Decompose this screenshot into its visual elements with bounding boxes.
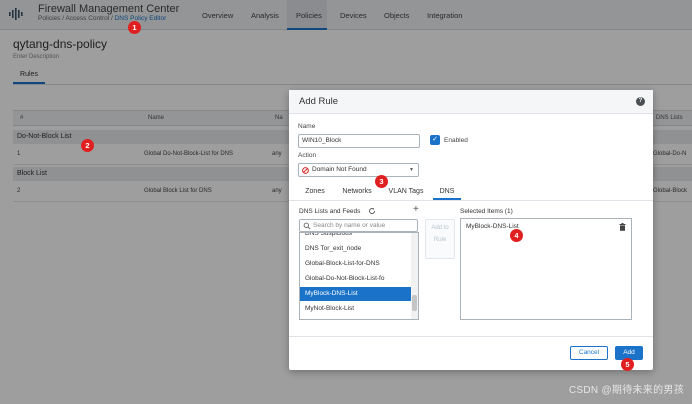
dialog-header: Add Rule ?: [289, 90, 653, 114]
action-value: Domain Not Found: [312, 166, 367, 173]
watermark: CSDN @期待未来的男孩: [568, 385, 684, 396]
list-item-selected[interactable]: MyBlock-DNS-List: [300, 287, 412, 301]
selected-items-list: MyBlock-DNS-List: [460, 218, 632, 320]
name-label: Name: [298, 123, 316, 130]
add-rule-dialog: Add Rule ? Name WIN10_Block ✓ Enabled Ac…: [289, 90, 653, 370]
selected-item[interactable]: MyBlock-DNS-List: [466, 223, 519, 230]
list-item[interactable]: Global-Block-List-for-DNS: [300, 257, 412, 271]
footer-divider: [289, 336, 653, 337]
selected-items-header: Selected Items (1): [460, 208, 513, 215]
enabled-label: Enabled: [444, 137, 468, 144]
dns-lists-header: DNS Lists and Feeds: [299, 208, 361, 215]
annotation-badge-3: 3: [375, 175, 388, 188]
list-item[interactable]: Global-Do-Not-Block-List-fo: [300, 272, 412, 286]
annotation-badge-4: 4: [510, 229, 523, 242]
list-item[interactable]: MyNot-Block-List: [300, 302, 412, 316]
list-item[interactable]: DNS Suspicious: [300, 233, 412, 241]
action-select[interactable]: Domain Not Found ▼: [298, 163, 419, 177]
help-icon[interactable]: ?: [636, 97, 645, 106]
tab-dns[interactable]: DNS: [433, 185, 461, 200]
rule-name-input[interactable]: WIN10_Block: [298, 134, 420, 148]
search-placeholder: Search by name or value: [313, 222, 386, 229]
block-icon: [302, 167, 309, 174]
search-icon: [303, 222, 311, 230]
dns-search-input[interactable]: Search by name or value: [299, 219, 418, 232]
enabled-checkbox[interactable]: ✓: [430, 135, 440, 145]
cancel-button[interactable]: Cancel: [570, 346, 608, 360]
tabs-divider: [289, 200, 653, 201]
chevron-down-icon: ▼: [409, 167, 414, 173]
annotation-badge-2: 2: [81, 139, 94, 152]
action-label: Action: [298, 152, 317, 159]
add-list-icon[interactable]: +: [413, 204, 419, 215]
tab-networks[interactable]: Networks: [339, 185, 375, 200]
annotation-badge-1: 1: [128, 21, 141, 34]
scrollbar-thumb[interactable]: [412, 295, 417, 311]
tab-vlan-tags[interactable]: VLAN Tags: [386, 185, 426, 200]
add-to-rule-button[interactable]: Add to Rule: [425, 219, 455, 259]
list-item[interactable]: DNS Tor_exit_node: [300, 242, 412, 256]
tab-zones[interactable]: Zones: [300, 185, 330, 200]
annotation-badge-5: 5: [621, 358, 634, 371]
dialog-title: Add Rule: [299, 96, 339, 107]
trash-icon[interactable]: [619, 223, 626, 231]
refresh-icon[interactable]: [368, 207, 376, 215]
dns-lists: DNS Suspicious DNS Tor_exit_node Global-…: [299, 232, 419, 320]
